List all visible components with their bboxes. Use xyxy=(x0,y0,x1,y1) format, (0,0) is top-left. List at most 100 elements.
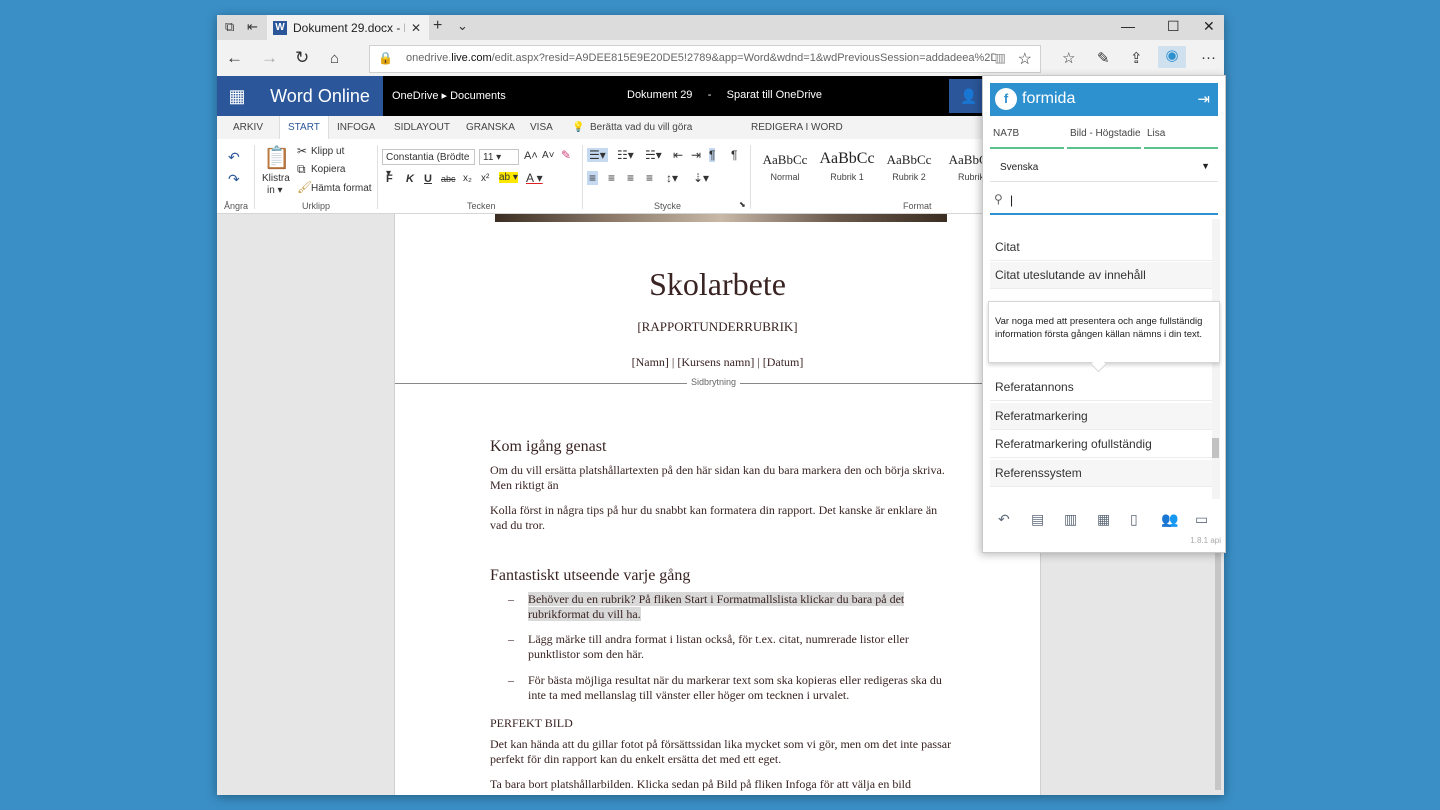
share-icon[interactable]: ⇪ xyxy=(1130,49,1143,67)
word-icon: W xyxy=(273,20,287,35)
justify-icon[interactable]: ≡ xyxy=(646,171,653,185)
comment-icon[interactable]: ▤ xyxy=(1031,511,1044,528)
tab-sidlayout[interactable]: SIDLAYOUT xyxy=(394,122,450,133)
profile-na7b[interactable]: NA7B xyxy=(993,128,1019,139)
tell-me-box[interactable]: Berätta vad du vill göra xyxy=(590,122,692,133)
formida-title: formida xyxy=(1022,90,1076,107)
heading-perfekt-bild: PERFEKT BILD xyxy=(490,716,573,730)
style-rubrik1[interactable]: AaBbCc Rubrik 1 xyxy=(817,147,877,189)
formida-extension-icon[interactable]: ◉ xyxy=(1158,46,1186,68)
numbering-icon[interactable]: ☷▾ xyxy=(617,148,634,162)
tab-granska[interactable]: GRANSKA xyxy=(466,122,515,133)
favorite-star-icon[interactable]: ☆ xyxy=(1018,49,1032,69)
document-icon[interactable]: ▯ xyxy=(1130,511,1138,528)
cover-photo[interactable] xyxy=(495,214,947,222)
tab-start[interactable]: START xyxy=(279,116,329,139)
tab-infoga[interactable]: INFOGA xyxy=(337,122,375,133)
reading-view-icon[interactable]: ▥ xyxy=(995,51,1006,65)
copy-button[interactable]: Kopiera xyxy=(311,164,345,175)
minimize-icon[interactable]: — xyxy=(1121,18,1135,34)
rtl-icon[interactable]: ¶ xyxy=(731,148,737,162)
set-aside-tabs-icon[interactable]: ⇤ xyxy=(247,19,258,35)
subscript-button[interactable]: x₂ xyxy=(463,173,472,184)
grow-font-icon[interactable]: A˄ xyxy=(524,150,538,162)
style-rubrik2[interactable]: AaBbCc Rubrik 2 xyxy=(879,147,939,189)
cut-button[interactable]: Klipp ut xyxy=(311,146,344,157)
paste-dropdown[interactable]: in ▾ xyxy=(267,185,283,196)
list-item[interactable]: Referatannons xyxy=(990,374,1212,401)
back-icon[interactable]: ← xyxy=(226,48,243,68)
superscript-button[interactable]: x² xyxy=(481,173,489,184)
bold-button[interactable]: F xyxy=(386,173,393,185)
list-item[interactable]: Referenssystem xyxy=(990,460,1212,487)
favorites-icon[interactable]: ☆ xyxy=(1062,49,1075,67)
undo-icon[interactable]: ↶ xyxy=(228,149,240,166)
format-painter-icon[interactable]: 🖌 xyxy=(297,180,312,194)
list-scrollbar-thumb[interactable] xyxy=(1212,438,1219,458)
document-page[interactable]: Skolarbete [RAPPORTUNDERRUBRIK] [Namn] |… xyxy=(394,214,1041,795)
font-name-select[interactable]: Constantia (Brödte ▾ xyxy=(382,149,475,179)
format-painter-button[interactable]: Hämta format xyxy=(311,183,372,194)
align-right-icon[interactable]: ≡ xyxy=(627,171,634,185)
tab-overview-icon[interactable]: ⧉ xyxy=(225,19,234,35)
align-left-icon[interactable]: ≡ xyxy=(587,171,599,185)
breadcrumb[interactable]: OneDrive ▸ Documents xyxy=(392,89,506,102)
more-icon[interactable]: ··· xyxy=(1201,49,1216,66)
profile-bild[interactable]: Bild - Högstadie xyxy=(1070,128,1141,139)
increase-indent-icon[interactable]: ⇥ xyxy=(691,148,701,162)
paste-icon[interactable]: 📋 xyxy=(263,145,290,171)
undo-icon[interactable]: ↶ xyxy=(998,511,1010,528)
strikethrough-button[interactable]: abc xyxy=(441,174,456,184)
italic-button[interactable]: K xyxy=(406,173,414,185)
ltr-icon[interactable]: ¶ xyxy=(709,148,716,162)
bullets-icon[interactable]: ☰▾ xyxy=(587,148,608,162)
underline-button[interactable]: U xyxy=(424,173,432,185)
close-tab-icon[interactable]: ✕ xyxy=(411,21,421,35)
refresh-icon[interactable]: ↻ xyxy=(295,48,309,68)
pen-icon[interactable]: ✎ xyxy=(1097,49,1110,67)
decrease-indent-icon[interactable]: ⇤ xyxy=(673,148,683,162)
tab-arkiv[interactable]: ARKIV xyxy=(233,122,263,133)
paragraph-spacing-icon[interactable]: ⇣▾ xyxy=(693,171,709,185)
tab-visa[interactable]: VISA xyxy=(530,122,553,133)
chart-icon[interactable]: ▥ xyxy=(1064,511,1077,528)
copy-icon[interactable]: ⧉ xyxy=(297,162,306,177)
list-item[interactable]: Referatmarkering xyxy=(990,403,1212,430)
grid-icon[interactable]: ▦ xyxy=(1097,511,1110,528)
tab-list-chevron-icon[interactable]: ⌄ xyxy=(457,18,468,34)
style-normal[interactable]: AaBbCc Normal xyxy=(755,147,815,189)
shrink-font-icon[interactable]: A˅ xyxy=(542,150,555,161)
line-spacing-icon[interactable]: ↕▾ xyxy=(666,171,678,185)
users-icon[interactable]: 👥 xyxy=(1161,511,1178,528)
align-center-icon[interactable]: ≡ xyxy=(608,171,615,185)
forward-icon[interactable]: → xyxy=(261,48,278,68)
list-item[interactable]: Referatmarkering ofullständig xyxy=(990,431,1212,458)
address-bar[interactable]: 🔒 onedrive.live.com/edit.aspx?resid=A9DE… xyxy=(369,45,1041,73)
paragraph-dialog-icon[interactable]: ⬊ xyxy=(739,200,746,209)
cut-icon[interactable]: ✂ xyxy=(297,144,307,158)
paste-label[interactable]: Klistra xyxy=(262,173,290,184)
presentation-icon[interactable]: ▭ xyxy=(1195,511,1208,528)
clear-formatting-icon[interactable]: ✎ xyxy=(561,148,571,162)
list-item-2: Lägg märke till andra format i listan oc… xyxy=(528,632,909,661)
word-online-brand[interactable]: Word Online xyxy=(257,76,383,116)
maximize-icon[interactable]: ☐ xyxy=(1167,18,1180,35)
app-launcher-icon[interactable]: ▦ xyxy=(217,76,257,116)
home-icon[interactable]: ⌂ xyxy=(330,50,339,67)
language-select[interactable]: Svenska ▼ xyxy=(990,155,1218,182)
edit-in-word[interactable]: REDIGERA I WORD xyxy=(751,122,843,133)
close-window-icon[interactable]: ✕ xyxy=(1203,18,1215,35)
exit-icon[interactable]: ⇥ xyxy=(1197,90,1210,108)
font-size-select[interactable]: 11 ▾ xyxy=(479,149,519,165)
multilevel-list-icon[interactable]: ☵▾ xyxy=(645,148,662,162)
search-input[interactable]: ⚲ | xyxy=(990,188,1218,215)
new-tab-icon[interactable]: + xyxy=(433,17,442,35)
group-paragraph-label: Stycke xyxy=(654,201,682,211)
profile-lisa[interactable]: Lisa xyxy=(1147,128,1165,139)
tab-document[interactable]: W Dokument 29.docx - Mi ✕ xyxy=(267,15,429,40)
redo-icon[interactable]: ↷ xyxy=(228,171,240,188)
list-item[interactable]: Citat xyxy=(990,234,1212,261)
font-color-icon[interactable]: A ▾ xyxy=(526,171,543,185)
highlight-icon[interactable]: ab ▾ xyxy=(499,172,518,183)
list-item[interactable]: Citat uteslutande av innehåll xyxy=(990,262,1212,289)
